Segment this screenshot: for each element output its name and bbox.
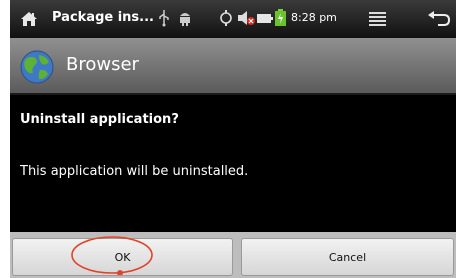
dialog-title-bar: Browser	[10, 38, 456, 95]
charging-icon	[275, 9, 286, 26]
status-bar-title: Package ins...	[52, 10, 154, 25]
battery-icon	[257, 14, 273, 23]
volume-muted-icon	[238, 11, 255, 25]
highlight-annotation	[71, 236, 153, 275]
dialog-body: Uninstall application? This application …	[10, 97, 456, 232]
status-bar-time: 8:28 pm	[291, 11, 337, 24]
dialog-message: This application will be uninstalled.	[20, 164, 249, 179]
cancel-button[interactable]: Cancel	[241, 238, 454, 276]
back-icon[interactable]	[428, 11, 450, 27]
dialog-app-name: Browser	[66, 54, 139, 75]
home-icon[interactable]	[20, 10, 38, 28]
usb-icon	[159, 10, 169, 27]
sync-icon	[220, 10, 232, 26]
android-icon	[180, 13, 190, 26]
menu-icon[interactable]	[369, 12, 386, 26]
status-bar: Package ins... 8:28 pm	[10, 0, 456, 38]
globe-icon	[20, 50, 54, 84]
dialog-heading: Uninstall application?	[20, 112, 179, 127]
